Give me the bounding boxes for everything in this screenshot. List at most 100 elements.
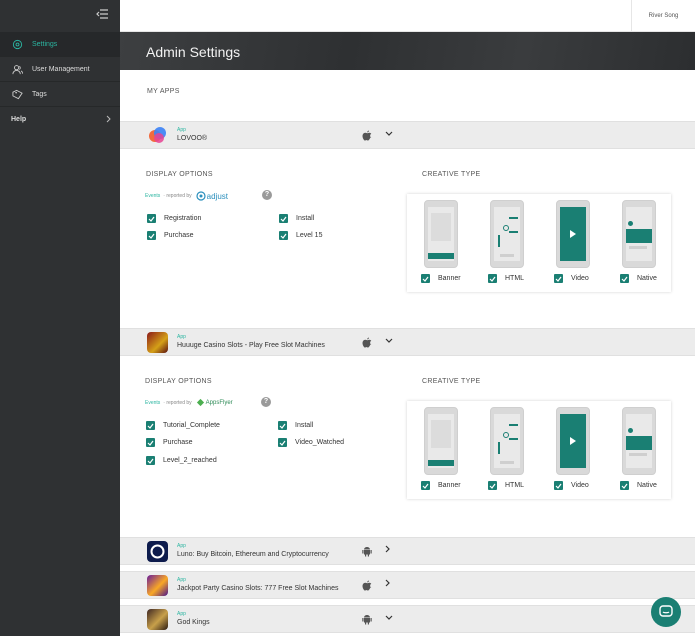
attribution-name: AppsFlyer xyxy=(205,399,233,406)
app-row-lovoo[interactable]: App LOVOO® xyxy=(120,121,695,149)
reported-by-label: · reported by xyxy=(163,193,192,199)
gear-icon xyxy=(11,38,23,50)
native-preview xyxy=(622,200,656,268)
event-checkbox-purchase[interactable]: Purchase xyxy=(146,438,193,447)
creative-checkbox-native[interactable]: Native xyxy=(620,274,657,283)
event-checkbox-registration[interactable]: Registration xyxy=(147,214,201,223)
sidebar: Settings User Management Tags Help xyxy=(0,0,120,636)
adjust-logo: adjust xyxy=(196,191,228,201)
checkbox-checked-icon xyxy=(421,481,430,490)
chevron-down-icon[interactable] xyxy=(385,613,393,623)
html-preview xyxy=(490,200,524,268)
android-icon xyxy=(362,546,372,557)
chat-button[interactable] xyxy=(651,597,681,627)
app-settings-panel: DISPLAY OPTIONS Events · reported by adj… xyxy=(120,150,695,328)
checkbox-checked-icon xyxy=(147,214,156,223)
checkbox-checked-icon xyxy=(147,231,156,240)
app-name: LOVOO® xyxy=(177,135,208,142)
app-row-god-kings[interactable]: App God Kings xyxy=(120,605,695,633)
checkbox-label: Install xyxy=(296,215,315,222)
app-row-huuuge-casino[interactable]: App Huuuge Casino Slots - Play Free Slot… xyxy=(120,328,695,356)
checkbox-checked-icon xyxy=(279,214,288,223)
sidebar-item-label: Tags xyxy=(32,90,47,98)
html-preview xyxy=(490,407,524,475)
app-name: Jackpot Party Casino Slots: 777 Free Slo… xyxy=(177,585,339,592)
appsflyer-logo: AppsFlyer xyxy=(196,398,233,407)
chevron-right-icon[interactable] xyxy=(385,579,391,589)
app-row-luno[interactable]: App Luno: Buy Bitcoin, Ethereum and Cryp… xyxy=(120,537,695,565)
events-reported-by: Events · reported by AppsFlyer xyxy=(145,398,233,407)
help-icon[interactable]: ? xyxy=(261,397,271,407)
apple-icon xyxy=(362,337,372,348)
chevron-right-icon[interactable] xyxy=(385,545,391,555)
event-checkbox-video-watched[interactable]: Video_Watched xyxy=(278,438,344,447)
user-menu[interactable]: River Song xyxy=(631,0,695,32)
lovoo-app-icon xyxy=(147,125,168,146)
sidebar-nav: Settings User Management Tags Help xyxy=(0,32,120,132)
section-title: MY APPS xyxy=(147,88,180,95)
help-icon[interactable]: ? xyxy=(262,190,272,200)
checkbox-label: HTML xyxy=(505,275,525,282)
sidebar-item-help[interactable]: Help xyxy=(0,107,120,132)
app-kind: App xyxy=(177,577,186,583)
tag-icon xyxy=(11,88,23,100)
checkbox-label: Video xyxy=(571,275,589,282)
creative-checkbox-banner[interactable]: Banner xyxy=(421,274,461,283)
event-checkbox-tutorial-complete[interactable]: Tutorial_Complete xyxy=(146,421,220,430)
creative-type-title: CREATIVE TYPE xyxy=(422,171,481,178)
creative-checkbox-banner[interactable]: Banner xyxy=(421,481,461,490)
apple-icon xyxy=(362,580,372,591)
checkbox-checked-icon xyxy=(554,274,563,283)
sidebar-item-tags[interactable]: Tags xyxy=(0,82,120,107)
checkbox-checked-icon xyxy=(278,438,287,447)
event-checkbox-level-15[interactable]: Level 15 xyxy=(279,231,322,240)
checkbox-checked-icon xyxy=(146,438,155,447)
event-checkbox-level-2-reached[interactable]: Level_2_reached xyxy=(146,456,217,465)
creative-checkbox-video[interactable]: Video xyxy=(554,481,589,490)
native-preview xyxy=(622,407,656,475)
collapse-menu-icon[interactable] xyxy=(96,9,108,19)
checkbox-label: Banner xyxy=(438,482,461,489)
user-name: River Song xyxy=(648,13,679,19)
creative-checkbox-native[interactable]: Native xyxy=(620,481,657,490)
sidebar-item-user-management[interactable]: User Management xyxy=(0,57,120,82)
checkbox-checked-icon xyxy=(620,274,629,283)
reported-by-label: · reported by xyxy=(163,399,192,406)
checkbox-checked-icon xyxy=(554,481,563,490)
chevron-right-icon xyxy=(106,115,112,125)
sidebar-item-label: User Management xyxy=(32,65,90,73)
sidebar-item-settings[interactable]: Settings xyxy=(0,32,120,57)
checkbox-label: Level_2_reached xyxy=(163,457,217,464)
chevron-down-icon[interactable] xyxy=(385,129,393,139)
event-checkbox-install[interactable]: Install xyxy=(278,421,313,430)
top-bar: River Song xyxy=(120,0,695,32)
banner-preview xyxy=(424,200,458,268)
creative-checkbox-html[interactable]: HTML xyxy=(488,481,524,490)
checkbox-label: Purchase xyxy=(164,232,194,239)
sidebar-item-label: Settings xyxy=(32,40,58,48)
checkbox-label: Banner xyxy=(438,275,461,282)
event-checkbox-purchase[interactable]: Purchase xyxy=(147,231,194,240)
luno-app-icon xyxy=(147,541,168,562)
event-checkbox-install[interactable]: Install xyxy=(279,214,314,223)
chat-icon xyxy=(659,605,673,617)
events-label: Events xyxy=(145,193,161,199)
events-label: Events xyxy=(145,399,161,406)
checkbox-label: Video xyxy=(571,482,589,489)
checkbox-checked-icon xyxy=(146,421,155,430)
creative-checkbox-video[interactable]: Video xyxy=(554,274,589,283)
video-preview xyxy=(556,407,590,475)
checkbox-checked-icon xyxy=(279,231,288,240)
app-name: Luno: Buy Bitcoin, Ethereum and Cryptocu… xyxy=(177,551,329,558)
checkbox-label: Install xyxy=(295,422,314,429)
creative-type-card: Banner HTML Video Native xyxy=(407,401,671,499)
chevron-down-icon[interactable] xyxy=(385,336,393,346)
video-preview xyxy=(556,200,590,268)
app-row-jackpot-party[interactable]: App Jackpot Party Casino Slots: 777 Free… xyxy=(120,571,695,599)
creative-type-card: Banner HTML Video Native xyxy=(407,194,671,292)
checkbox-label: Tutorial_Complete xyxy=(163,422,220,429)
creative-checkbox-html[interactable]: HTML xyxy=(488,274,524,283)
checkbox-checked-icon xyxy=(278,421,287,430)
checkbox-label: HTML xyxy=(505,482,525,489)
users-icon xyxy=(11,63,23,75)
